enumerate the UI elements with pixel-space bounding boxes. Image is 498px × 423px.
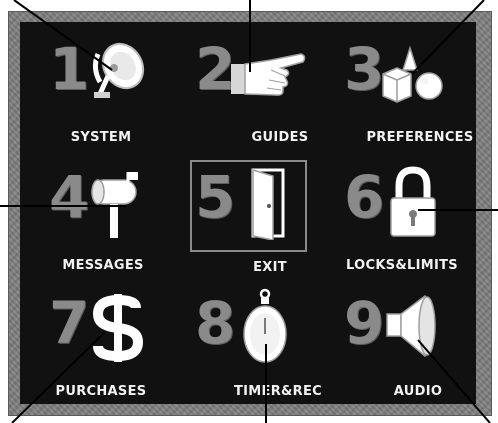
padlock-icon <box>390 166 436 237</box>
mailbox-icon <box>91 172 138 238</box>
menu-item-label: EXIT <box>253 260 287 275</box>
speaker-icon <box>386 294 436 358</box>
menu-item-label: MESSAGES <box>62 258 144 273</box>
open-door-icon <box>251 168 285 240</box>
menu-item-messages[interactable]: 4 MESSAGES <box>42 164 192 284</box>
menu-item-number: 1 <box>49 35 90 103</box>
menu-item-label: PREFERENCES <box>366 130 474 145</box>
menu-item-preferences[interactable]: 3 PREFERENCES <box>341 36 491 156</box>
menu-item-number: 7 <box>49 289 90 357</box>
menu-item-label: LOCKS&LIMITS <box>346 258 458 273</box>
pointing-hand-icon <box>231 53 306 96</box>
menu-item-audio[interactable]: 9 AUDIO <box>341 290 491 410</box>
dollar-sign-icon <box>92 294 144 362</box>
menu-item-number: 6 <box>344 163 385 231</box>
shapes-icon <box>382 46 443 103</box>
menu-item-locks-limits[interactable]: 6 LOCKS&LIMITS <box>341 164 491 284</box>
satellite-dish-icon <box>92 42 145 98</box>
menu-item-label: GUIDES <box>251 130 309 145</box>
menu-item-exit[interactable]: 5 EXIT <box>191 164 341 284</box>
menu-item-number: 8 <box>195 289 236 357</box>
menu-item-number: 4 <box>49 163 90 231</box>
menu-diagram: 1 SYSTEM 2 GUIDES 3 PREFERENCES 4 MESSAG… <box>0 0 498 423</box>
menu-item-number: 5 <box>195 163 236 231</box>
menu-item-timer-rec[interactable]: 8 TIMER&REC <box>191 288 341 410</box>
menu-item-system[interactable]: 1 SYSTEM <box>42 36 192 156</box>
menu-item-label: TIMER&REC <box>234 384 322 399</box>
menu-item-label: AUDIO <box>393 384 443 399</box>
menu-item-purchases[interactable]: 7 PURCHASES <box>42 290 192 410</box>
menu-item-number: 9 <box>344 289 385 357</box>
menu-item-guides[interactable]: 2 GUIDES <box>191 36 341 156</box>
menu-item-label: SYSTEM <box>70 130 132 145</box>
menu-item-label: PURCHASES <box>55 384 147 399</box>
stopwatch-icon <box>243 288 287 363</box>
